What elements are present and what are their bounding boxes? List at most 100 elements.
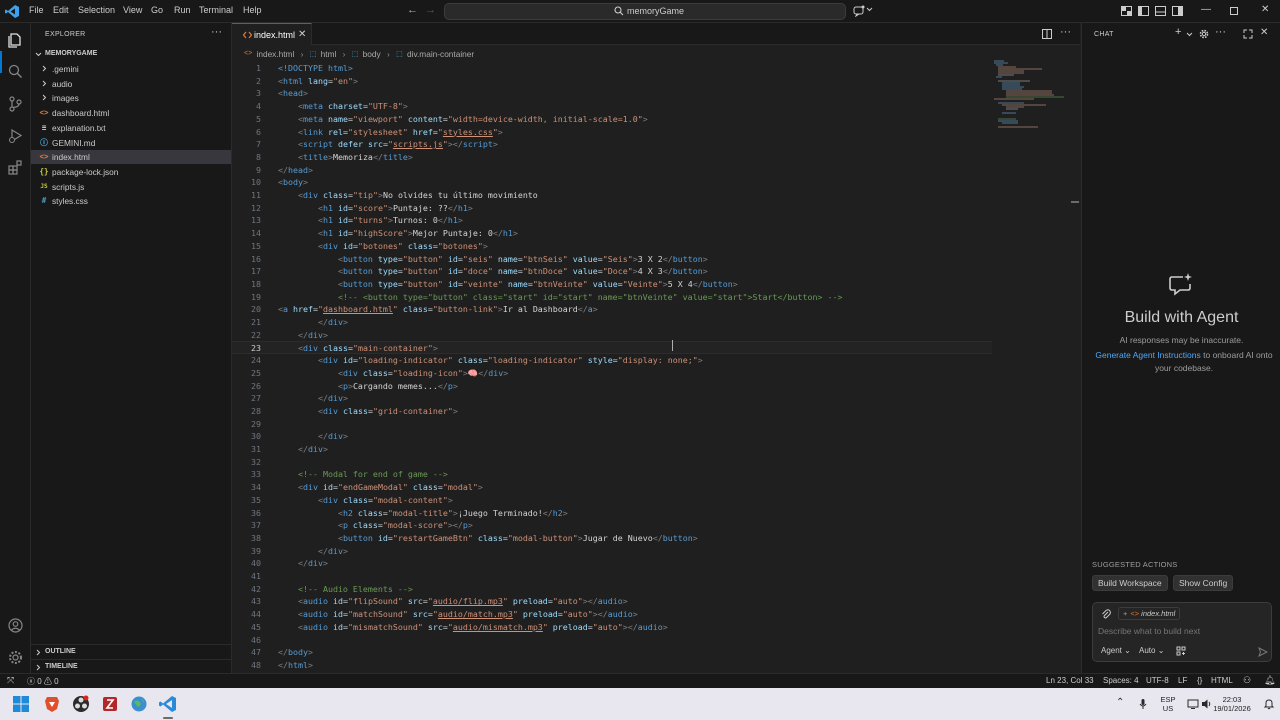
code-line[interactable]: 38 <button id="restartGameBtn" class="mo… — [232, 532, 992, 545]
mode-picker[interactable]: Agent ⌄ — [1101, 646, 1131, 655]
keyboard-language[interactable]: ESP US — [1158, 695, 1178, 713]
code-line[interactable]: 33 <!-- Modal for end of game --> — [232, 468, 992, 481]
menu-go[interactable]: Go — [151, 5, 163, 15]
code-line[interactable]: 28 <div class="grid-container"> — [232, 405, 992, 418]
code-line[interactable]: 47 </body> — [232, 646, 992, 659]
tree-item-gemini-md[interactable]: ⓘ GEMINI.md — [31, 136, 231, 150]
code-line[interactable]: 8 <title>Memoriza</title> — [232, 151, 992, 164]
encoding[interactable]: UTF-8 — [1146, 676, 1169, 685]
code-line[interactable]: 20 <a href="dashboard.html" class="button… — [232, 303, 992, 316]
code-line[interactable]: 37 <p class="modal-score"></p> — [232, 519, 992, 532]
chat-prompt-input[interactable] — [1098, 626, 1258, 636]
code-line[interactable]: 39 </div> — [232, 545, 992, 558]
restore-icon[interactable] — [1230, 7, 1238, 15]
tools-icon[interactable] — [1176, 646, 1186, 656]
notifications-bell-icon[interactable]: 🔔︎ — [1264, 675, 1275, 686]
more-actions-icon[interactable]: ··· — [211, 26, 222, 38]
code-line[interactable]: 10 <body> — [232, 176, 992, 189]
code-line[interactable]: 46 — [232, 634, 992, 647]
menu-view[interactable]: View — [123, 5, 142, 15]
globe-app-icon[interactable] — [129, 694, 149, 714]
code-line[interactable]: 29 — [232, 418, 992, 431]
code-line[interactable]: 27 </div> — [232, 392, 992, 405]
minimize-icon[interactable]: — — [1201, 4, 1211, 15]
customize-layout-icon[interactable] — [1121, 6, 1132, 16]
copilot-status-icon[interactable]: ⚇ — [1243, 675, 1251, 686]
project-folder-header[interactable]: MEMORYGAME — [31, 47, 231, 61]
obs-app-icon[interactable] — [71, 694, 91, 714]
settings-gear-icon[interactable] — [1199, 29, 1209, 39]
code-line[interactable]: 43 <audio id="flipSound" src="audio/flip… — [232, 595, 992, 608]
show-config-button[interactable]: Show Config — [1173, 575, 1234, 591]
extensions-icon[interactable] — [7, 159, 24, 176]
chevron-down-icon[interactable] — [866, 6, 873, 13]
tree-item-scripts-js[interactable]: JS scripts.js — [31, 180, 231, 194]
back-arrow-icon[interactable]: ← — [407, 4, 418, 16]
settings-gear-icon[interactable] — [7, 649, 24, 666]
code-editor[interactable]: 1 <!DOCTYPE html> 2 <html lang="en"> 3 <head>… — [232, 62, 992, 672]
code-line[interactable]: 23 <div class="main-container"> — [232, 341, 992, 355]
attach-context-icon[interactable] — [1101, 609, 1111, 619]
explorer-icon[interactable] — [7, 31, 24, 48]
toggle-panel-icon[interactable] — [1155, 6, 1166, 16]
close-tab-icon[interactable]: ✕ — [298, 29, 306, 40]
generate-instructions-link[interactable]: Generate Agent Instructions — [1095, 350, 1200, 360]
tree-item-index-html[interactable]: <> index.html — [31, 150, 231, 165]
send-icon[interactable] — [1258, 647, 1268, 657]
code-line[interactable]: 1 <!DOCTYPE html> — [232, 62, 992, 75]
display-icon[interactable] — [1187, 698, 1199, 710]
code-line[interactable]: 2 <html lang="en"> — [232, 75, 992, 88]
context-file-chip[interactable]: + <> index.html — [1118, 607, 1181, 620]
code-line[interactable]: 5 <meta name="viewport" content="width=d… — [232, 113, 992, 126]
code-line[interactable]: 9 </head> — [232, 164, 992, 177]
code-line[interactable]: 7 <script defer src="scripts.js"></scrip… — [232, 138, 992, 151]
chevron-down-icon[interactable] — [1186, 31, 1193, 38]
indentation[interactable]: Spaces: 4 — [1103, 676, 1139, 685]
code-line[interactable]: 40 </div> — [232, 557, 992, 570]
code-line[interactable]: 14 <h1 id="highScore">Mejor Puntaje: 0</… — [232, 227, 992, 240]
tree-item-audio[interactable]: audio — [31, 77, 231, 91]
tree-item-images[interactable]: images — [31, 91, 231, 105]
scrollbar-thumb[interactable] — [1071, 201, 1079, 203]
breadcrumb-item[interactable]: body — [363, 49, 381, 59]
forward-arrow-icon[interactable]: → — [425, 4, 436, 16]
code-line[interactable]: 48 </html> — [232, 659, 992, 672]
code-line[interactable]: 18 <button type="button" id="veinte" nam… — [232, 278, 992, 291]
split-editor-icon[interactable] — [1042, 29, 1052, 39]
code-line[interactable]: 36 <h2 class="modal-title">¡Juego Termin… — [232, 507, 992, 520]
code-line[interactable]: 30 </div> — [232, 430, 992, 443]
maximize-icon[interactable] — [1243, 29, 1253, 39]
code-line[interactable]: 11 <div class="tip">No olvides tu último… — [232, 189, 992, 202]
code-line[interactable]: 25 <div class="loading-icon">🧠</div> — [232, 367, 992, 380]
code-line[interactable]: 3 <head> — [232, 87, 992, 100]
clock[interactable]: 22:03 19/01/2026 — [1212, 695, 1252, 713]
code-line[interactable]: 26 <p>Cargando memes...</p> — [232, 380, 992, 393]
search-icon[interactable] — [7, 63, 24, 80]
code-line[interactable]: 16 <button type="button" id="seis" name=… — [232, 253, 992, 266]
outline-section[interactable]: OUTLINE — [31, 644, 231, 658]
vscode-taskbar-icon[interactable] — [158, 694, 178, 714]
code-line[interactable]: 44 <audio id="matchSound" src="audio/mat… — [232, 608, 992, 621]
close-window-icon[interactable]: ✕ — [1261, 4, 1269, 15]
breadcrumb-item[interactable]: index.html — [257, 49, 295, 59]
toggle-secondary-sidebar-icon[interactable] — [1172, 6, 1183, 16]
code-line[interactable]: 45 <audio id="mismatchSound" src="audio/… — [232, 621, 992, 634]
more-actions-icon[interactable]: ··· — [1215, 26, 1226, 38]
more-actions-icon[interactable]: ··· — [1060, 26, 1071, 38]
code-line[interactable]: 12 <h1 id="score">Puntaje: ??</h1> — [232, 202, 992, 215]
code-line[interactable]: 15 <div id="botones" class="botones"> — [232, 240, 992, 253]
code-line[interactable]: 21 </div> — [232, 316, 992, 329]
menu-file[interactable]: File — [29, 5, 44, 15]
microphone-icon[interactable] — [1137, 698, 1149, 710]
code-line[interactable]: 35 <div class="modal-content"> — [232, 494, 992, 507]
code-line[interactable]: 42 <!-- Audio Elements --> — [232, 583, 992, 596]
menu-help[interactable]: Help — [243, 5, 262, 15]
code-line[interactable]: 13 <h1 id="turns">Turnos: 0</h1> — [232, 214, 992, 227]
menu-selection[interactable]: Selection — [78, 5, 115, 15]
end-of-line[interactable]: LF — [1178, 676, 1187, 685]
brave-browser-icon[interactable] — [42, 694, 62, 714]
tab-index-html[interactable]: index.html ✕ — [232, 23, 312, 45]
source-control-icon[interactable] — [7, 95, 24, 112]
breadcrumb-item[interactable]: div.main-container — [407, 49, 474, 59]
copilot-icon[interactable] — [853, 5, 865, 17]
